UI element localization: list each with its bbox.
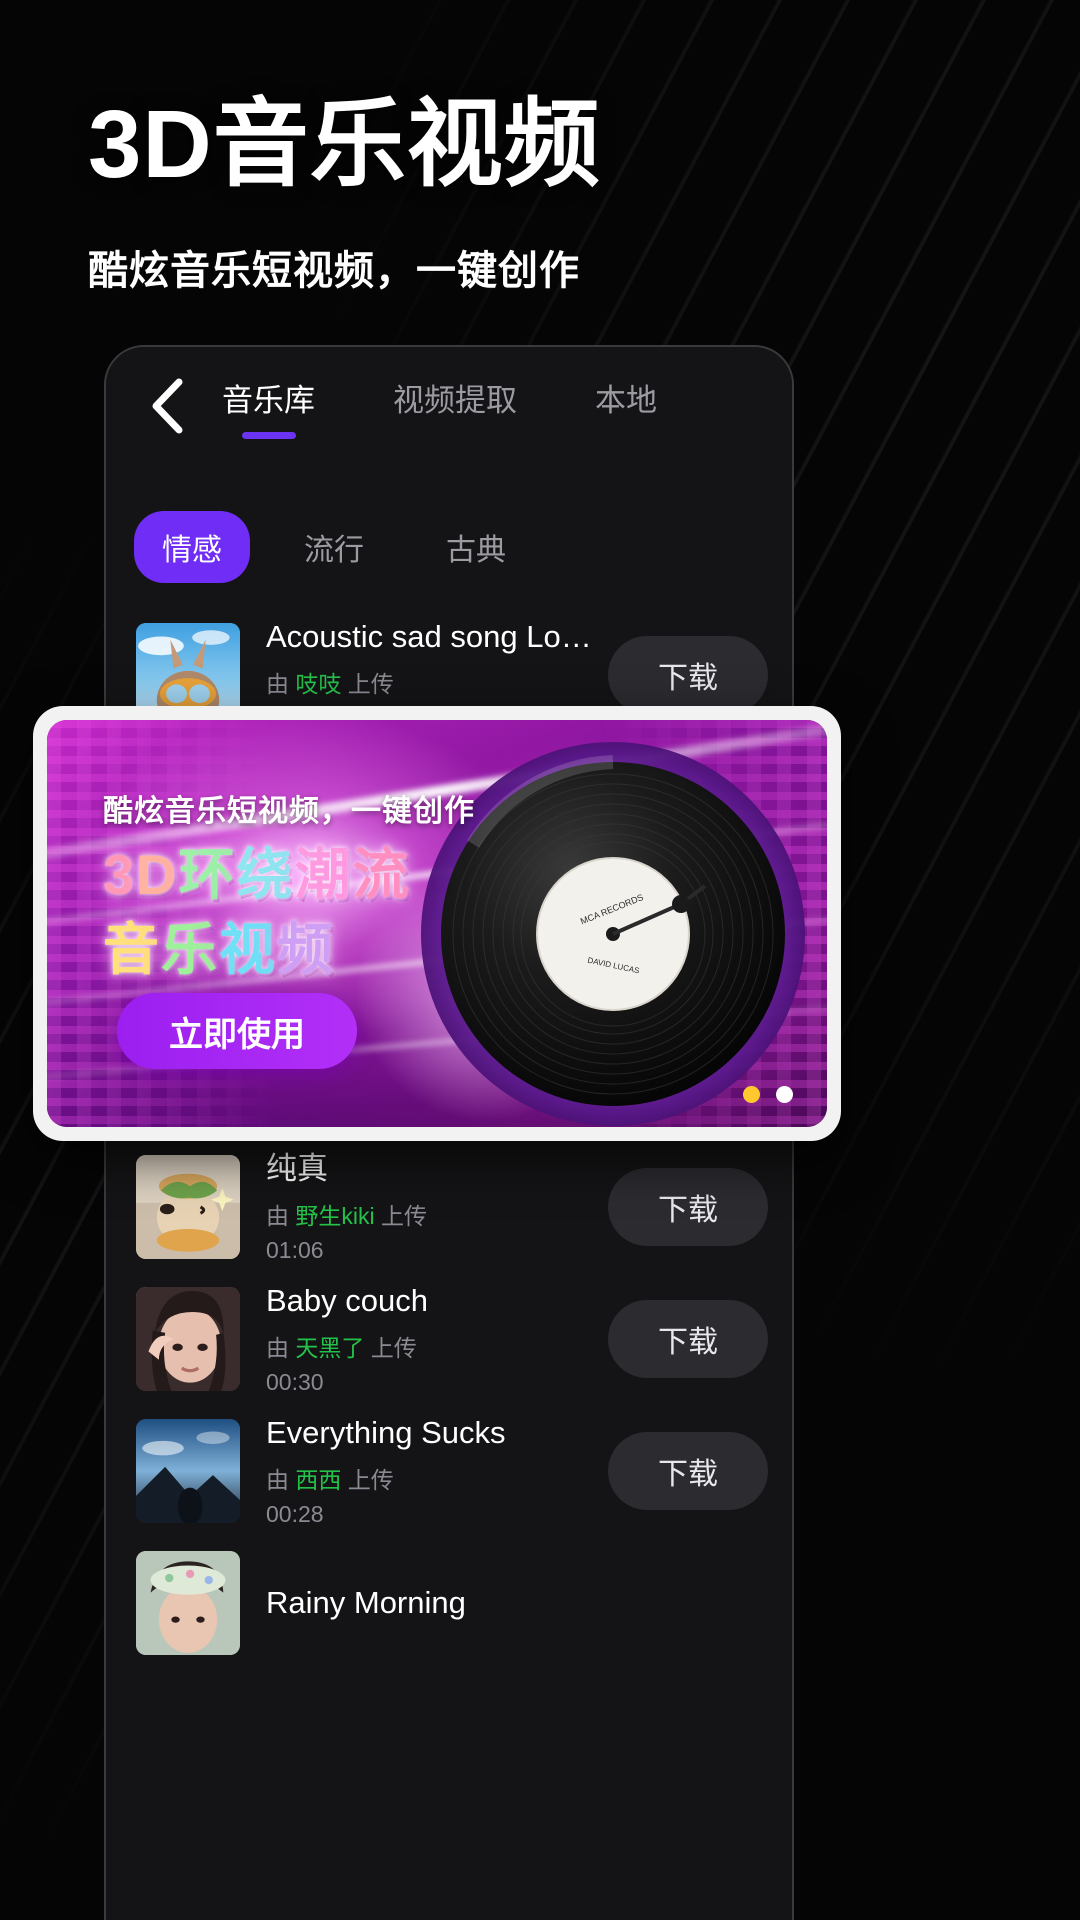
banner-neon-line-2: 音乐视频 (103, 917, 335, 981)
song-thumbnail (136, 1287, 240, 1391)
pagination-dot-2[interactable] (776, 1086, 793, 1103)
by-prefix: 由 (266, 671, 289, 698)
table-row[interactable]: Everything Sucks 由 西西 上传 00:28 下载 (106, 1405, 792, 1537)
banner-neon-line-1: 3D环绕潮流 (103, 843, 411, 906)
by-prefix: 由 (266, 1467, 289, 1494)
song-info: Rainy Morning (240, 1584, 768, 1623)
by-prefix: 由 (266, 1335, 289, 1362)
chip-emotional[interactable]: 情感 (134, 511, 250, 583)
chip-classical[interactable]: 古典 (418, 511, 534, 583)
song-thumbnail (136, 1419, 240, 1523)
page-subtitle: 酷炫音乐短视频，一键创作 (88, 248, 580, 293)
by-prefix: 由 (266, 1203, 289, 1230)
category-chip-bar: 情感 流行 古典 (106, 467, 792, 583)
tab-bar: 音乐库 视频提取 本地 (222, 375, 735, 439)
mountain-sky-artwork-icon (136, 1419, 240, 1523)
back-button[interactable] (134, 373, 200, 439)
song-uploader-line: 由 吱吱 上传 (266, 665, 596, 699)
chip-pop[interactable]: 流行 (276, 511, 392, 583)
song-uploader-line: 由 野生kiki 上传 (266, 1197, 596, 1231)
song-info: Baby couch 由 天黑了 上传 00:30 (240, 1282, 596, 1397)
tab-music-library[interactable]: 音乐库 (222, 375, 315, 439)
cat-burger-artwork-icon (136, 1155, 240, 1259)
portrait-artwork-icon (136, 1287, 240, 1391)
promo-banner[interactable]: MCA RECORDS DAVID LUCAS 酷炫音乐短视频，一键创作 3D环… (47, 720, 827, 1127)
download-button[interactable]: 下载 (608, 1300, 768, 1378)
tab-label: 本地 (595, 383, 657, 418)
song-info: 纯真 由 野生kiki 上传 01:06 (240, 1150, 596, 1265)
table-row[interactable]: 纯真 由 野生kiki 上传 01:06 下载 (106, 1141, 792, 1273)
uploader-name[interactable]: 野生kiki (295, 1203, 374, 1229)
song-title: Baby couch (266, 1282, 428, 1318)
tab-label: 音乐库 (222, 383, 315, 418)
girl-hat-artwork-icon (136, 1551, 240, 1655)
carousel-pagination (743, 1086, 793, 1103)
song-thumbnail (136, 1155, 240, 1259)
hero-section: 3D音乐视频 酷炫音乐短视频，一键创作 (88, 96, 601, 296)
tab-active-indicator (241, 432, 296, 439)
tab-video-extract[interactable]: 视频提取 (393, 375, 517, 439)
song-thumbnail (136, 1551, 240, 1655)
song-title: Everything Sucks (266, 1414, 506, 1450)
table-row[interactable]: Rainy Morning (106, 1537, 792, 1669)
song-duration: 00:30 (266, 1369, 324, 1396)
song-uploader-line: 由 西西 上传 (266, 1461, 596, 1495)
tab-label: 视频提取 (393, 383, 517, 418)
use-now-button[interactable]: 立即使用 (117, 993, 357, 1069)
promo-popup-card[interactable]: MCA RECORDS DAVID LUCAS 酷炫音乐短视频，一键创作 3D环… (33, 706, 841, 1141)
song-title: Acoustic sad song Loop ... (266, 618, 596, 654)
song-uploader-line: 由 天黑了 上传 (266, 1329, 596, 1363)
song-duration: 01:06 (266, 1237, 324, 1264)
uploader-name[interactable]: 西西 (295, 1467, 341, 1493)
tab-local[interactable]: 本地 (595, 375, 657, 439)
download-button[interactable]: 下载 (608, 1168, 768, 1246)
download-button[interactable]: 下载 (608, 1432, 768, 1510)
song-info: Everything Sucks 由 西西 上传 00:28 (240, 1414, 596, 1529)
page-title: 3D音乐视频 (88, 91, 601, 198)
table-row[interactable]: Baby couch 由 天黑了 上传 00:30 下载 (106, 1273, 792, 1405)
by-suffix: 上传 (370, 1335, 417, 1362)
download-button[interactable]: 下载 (608, 636, 768, 714)
app-navbar: 音乐库 视频提取 本地 (106, 347, 792, 467)
chevron-left-icon (152, 378, 183, 434)
uploader-name[interactable]: 天黑了 (295, 1335, 364, 1361)
pagination-dot-1[interactable] (743, 1086, 760, 1103)
banner-tagline: 酷炫音乐短视频，一键创作 (103, 795, 475, 828)
song-title: Rainy Morning (266, 1584, 466, 1620)
banner-copy: 酷炫音乐短视频，一键创作 3D环绕潮流 音乐视频 (103, 786, 475, 980)
by-suffix: 上传 (381, 1203, 428, 1230)
by-suffix: 上传 (347, 1467, 394, 1494)
song-duration: 00:28 (266, 1501, 324, 1528)
song-title: 纯真 (266, 1150, 328, 1186)
uploader-name[interactable]: 吱吱 (295, 671, 341, 697)
by-suffix: 上传 (347, 671, 394, 698)
